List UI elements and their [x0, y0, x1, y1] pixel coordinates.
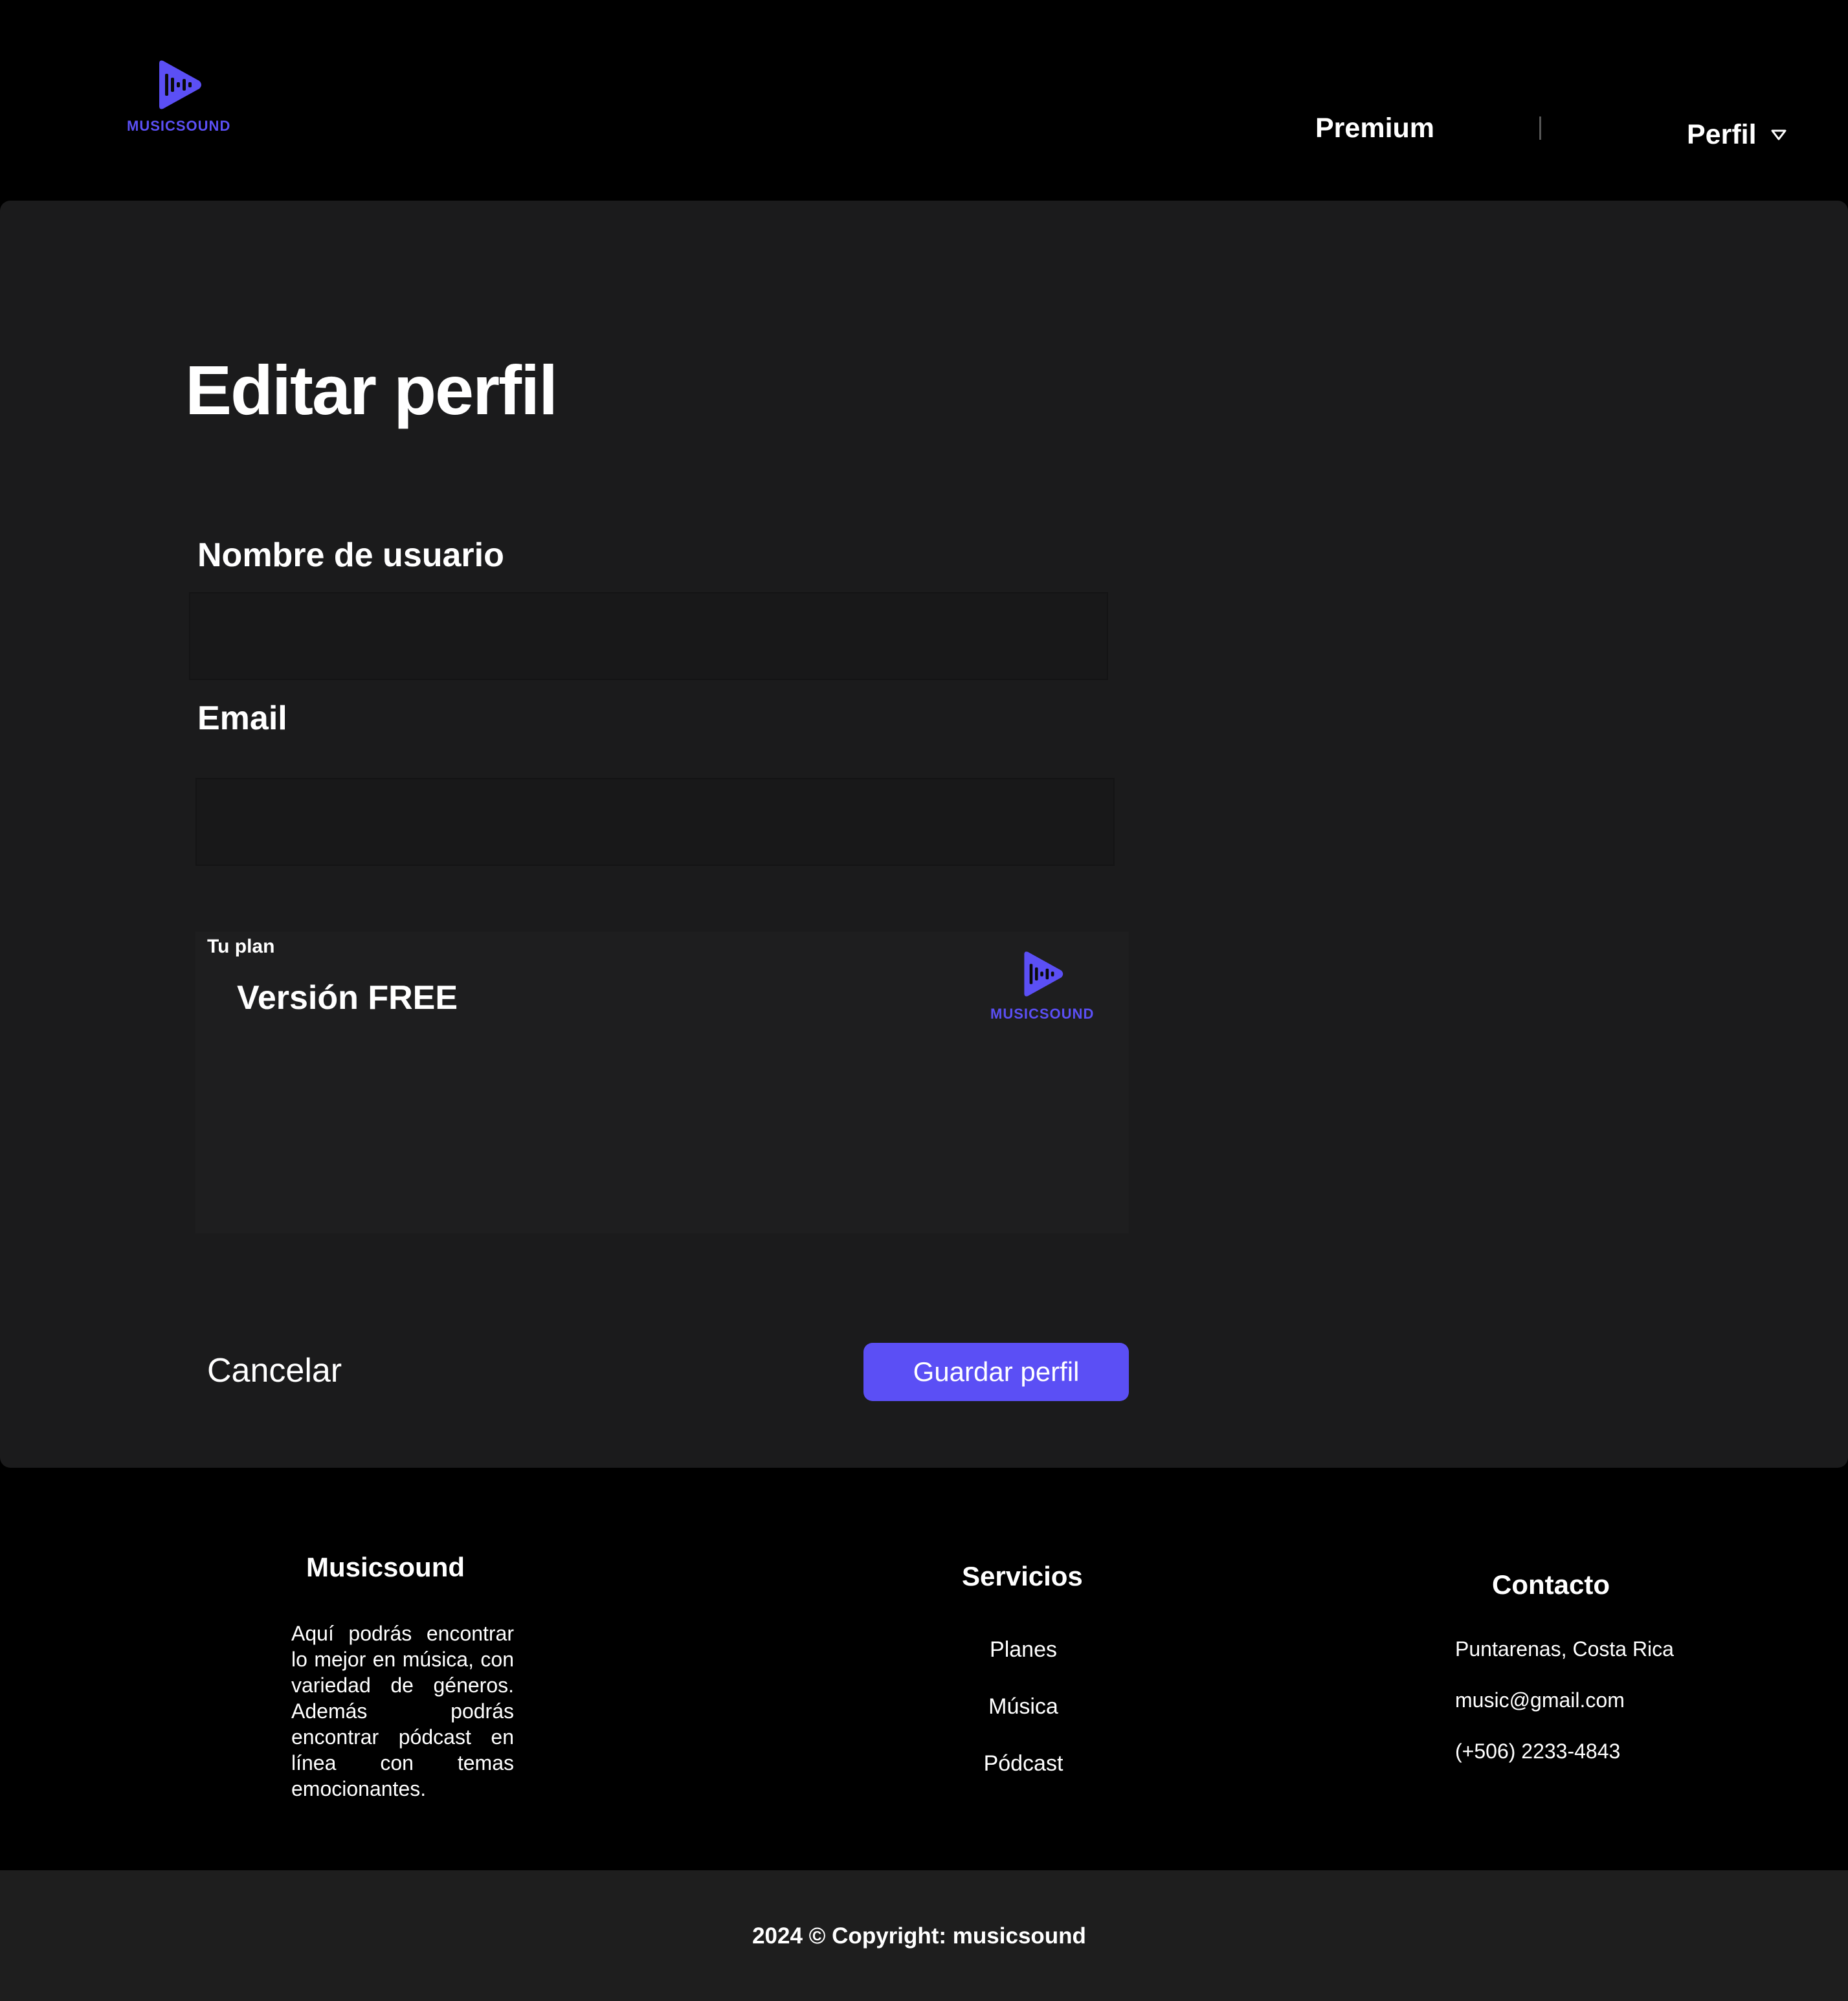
save-profile-button[interactable]: Guardar perfil: [863, 1343, 1129, 1401]
site-header: MUSICSOUND Premium Perfil: [0, 0, 1848, 201]
chevron-down-icon: [1771, 129, 1787, 140]
cancel-button[interactable]: Cancelar: [207, 1351, 342, 1390]
email-input[interactable]: [195, 778, 1115, 866]
footer-services-list: Planes Música Pódcast: [880, 1637, 1166, 1808]
email-label: Email: [197, 700, 287, 737]
play-wave-icon: [159, 60, 202, 109]
plan-card: Tu plan Versión FREE MUSICSOUND: [195, 932, 1129, 1233]
plan-label: Tu plan: [207, 936, 275, 957]
username-label: Nombre de usuario: [197, 536, 504, 574]
nav-premium-link[interactable]: Premium: [1315, 113, 1434, 144]
contact-phone: (+506) 2233-4843: [1455, 1740, 1621, 1763]
logo-wordmark: MUSICSOUND: [127, 118, 231, 134]
footer-link-podcast[interactable]: Pódcast: [880, 1751, 1166, 1808]
copyright-text: 2024 © Copyright: musicsound: [752, 1923, 1086, 1949]
footer-brand-description: Aquí podrás encontrar lo mejor en música…: [291, 1622, 514, 1800]
play-wave-icon: [1024, 951, 1063, 997]
brand-logo[interactable]: MUSICSOUND: [127, 60, 230, 135]
plan-logo-wordmark: MUSICSOUND: [990, 1006, 1095, 1022]
footer-brand-heading: Musicsound: [306, 1552, 465, 1582]
page-title: Editar perfil: [185, 351, 558, 429]
contact-address: Puntarenas, Costa Rica: [1455, 1637, 1674, 1661]
plan-name: Versión FREE: [237, 979, 458, 1017]
nav-divider: [1539, 116, 1541, 140]
footer-link-musica[interactable]: Música: [880, 1694, 1166, 1751]
contact-email[interactable]: music@gmail.com: [1455, 1688, 1674, 1740]
copyright-bar: 2024 © Copyright: musicsound: [0, 1870, 1848, 2001]
nav-profile-label: Perfil: [1687, 119, 1757, 150]
footer-contact-heading: Contacto: [1492, 1569, 1610, 1600]
username-input[interactable]: [189, 592, 1108, 680]
footer-link-planes[interactable]: Planes: [880, 1637, 1166, 1694]
profile-menu[interactable]: Perfil: [1687, 119, 1787, 151]
site-footer: Musicsound Aquí podrás encontrar lo mejo…: [0, 1468, 1848, 1870]
footer-services-heading: Servicios: [962, 1561, 1083, 1591]
plan-logo: MUSICSOUND: [990, 950, 1094, 1023]
footer-contact-list: Puntarenas, Costa Rica music@gmail.com (…: [1455, 1637, 1674, 1791]
